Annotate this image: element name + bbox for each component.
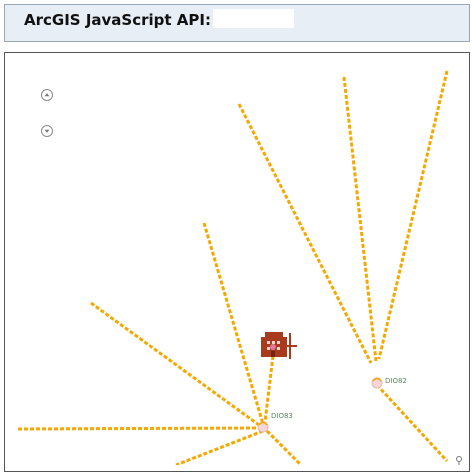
cable-line <box>377 70 449 360</box>
cable-line <box>265 429 303 465</box>
zoom-in-button[interactable] <box>41 89 53 101</box>
api-version-input[interactable] <box>213 9 294 28</box>
cable-line <box>202 222 265 425</box>
map-canvas[interactable]: DIO82 DIO83 <box>4 52 470 465</box>
node-label: DIO83 <box>271 412 293 420</box>
cable-line <box>17 426 260 431</box>
node-label: DIO82 <box>385 377 407 385</box>
header-bar: ArcGIS JavaScript API: <box>4 4 470 42</box>
zoom-out-button[interactable] <box>41 125 53 137</box>
cable-line <box>175 429 264 465</box>
chevron-down-icon <box>44 129 50 133</box>
network-node[interactable] <box>371 377 383 389</box>
cable-line <box>375 383 449 463</box>
network-node[interactable] <box>257 421 269 433</box>
page-title: ArcGIS JavaScript API: <box>24 11 211 29</box>
chevron-up-icon <box>44 93 50 97</box>
map-view[interactable]: DIO82 DIO83 <box>4 52 470 472</box>
building-icon[interactable] <box>261 332 297 359</box>
